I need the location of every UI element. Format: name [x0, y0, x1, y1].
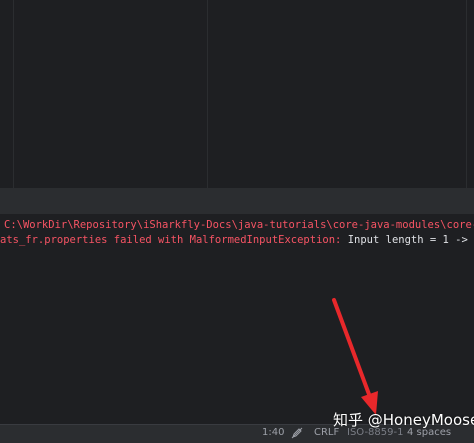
caret-position[interactable]: 1:40	[262, 427, 284, 438]
pencil-off-icon[interactable]	[291, 427, 303, 439]
console-line-error: ats_fr.properties failed with MalformedI…	[0, 234, 474, 246]
watermark: 知乎 @HoneyMoose	[333, 411, 474, 429]
error-details: Input length = 1 -> [Help	[347, 234, 468, 246]
tool-window-header	[0, 188, 474, 214]
error-message: ats_fr.properties failed with MalformedI…	[0, 234, 342, 246]
pane-divider-right[interactable]	[466, 0, 467, 188]
console-line-path: C:\WorkDir\Repository\iSharkfly-Docs\jav…	[4, 219, 474, 231]
console-output[interactable]: C:\WorkDir\Repository\iSharkfly-Docs\jav…	[0, 214, 474, 424]
editor-area[interactable]	[0, 0, 474, 188]
pane-divider-left[interactable]	[13, 0, 14, 188]
pane-divider-middle[interactable]	[207, 0, 208, 188]
